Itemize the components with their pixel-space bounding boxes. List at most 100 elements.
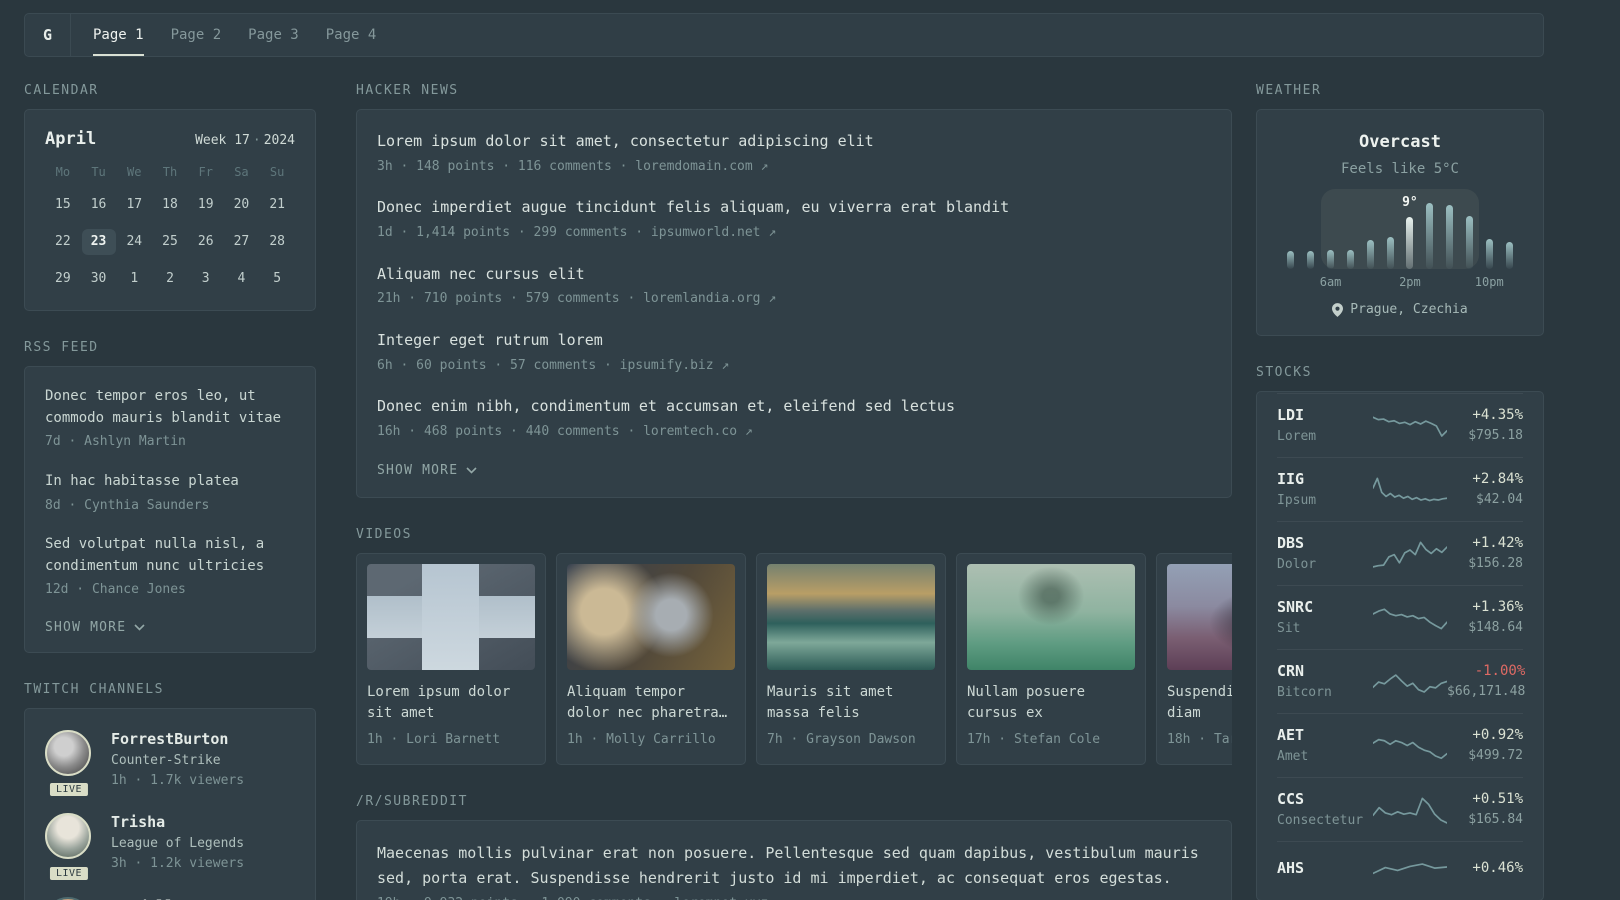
- stock-row[interactable]: CCS Consectetur +0.51% $165.84: [1277, 777, 1523, 841]
- video-title[interactable]: Nullam posuere cursus ex: [967, 682, 1135, 724]
- stock-row[interactable]: CRN Bitcorn -1.00% $66,171.48: [1277, 649, 1525, 713]
- stock-name: Dolor: [1277, 557, 1317, 572]
- video-card[interactable]: Nullam posuere cursus ex 17h · Stefan Co…: [956, 553, 1146, 765]
- hackernews-item: Aliquam nec cursus elit 21h · 710 points…: [377, 264, 1211, 309]
- video-thumbnail: [967, 564, 1135, 671]
- stock-row[interactable]: LDI Lorem +4.35% $795.18: [1277, 393, 1523, 457]
- nav-page-tab[interactable]: Page 1: [93, 14, 144, 56]
- subreddit-section: /R/SUBREDDIT Maecenas mollis pulvinar er…: [356, 794, 1232, 900]
- hackernews-item: Integer eget rutrum lorem 6h · 60 points…: [377, 330, 1211, 375]
- nav-page-tab[interactable]: Page 4: [326, 14, 377, 56]
- calendar-day: 30: [90, 271, 107, 286]
- rss-item-title[interactable]: In hac habitasse platea: [45, 471, 295, 493]
- calendar-section-title: CALENDAR: [24, 83, 99, 98]
- dashboard-grid: CALENDAR April Week 17 · 2024 Mo Tu We Th Fr Sa…: [24, 83, 1620, 900]
- stock-values: +0.51% $165.84: [1447, 791, 1523, 827]
- hackernews-item-meta: 3h · 148 points · 116 comments · loremdo…: [377, 158, 769, 174]
- video-card[interactable]: Suspendisse diam 18h · Tara: [1156, 553, 1232, 765]
- video-title[interactable]: Aliquam tempor dolor nec pharetra…: [567, 682, 735, 724]
- weather-bar: [1485, 239, 1493, 269]
- stock-row[interactable]: IIG Ipsum +2.84% $42.04: [1277, 457, 1523, 521]
- stock-name: Sit: [1277, 621, 1301, 636]
- calendar-day: 24: [126, 234, 143, 249]
- twitch-channel-game: Counter-Strike: [111, 752, 221, 768]
- twitch-channel[interactable]: LIVE Trisha League of Legends 3h · 1.2k …: [45, 813, 295, 882]
- app-logo[interactable]: G: [25, 14, 71, 56]
- video-title[interactable]: Mauris sit amet massa felis: [767, 682, 935, 724]
- twitch-avatar-wrap: LIVE: [45, 729, 93, 799]
- calendar-dow-label: Fr: [198, 165, 213, 179]
- calendar-day: 3: [201, 271, 210, 286]
- stock-id: AET Amet: [1277, 726, 1373, 764]
- video-title[interactable]: Lorem ipsum dolor sit amet consectetu…: [367, 682, 535, 724]
- middle-column: HACKER NEWS Lorem ipsum dolor sit amet, …: [356, 83, 1232, 900]
- hackernews-item-title[interactable]: Aliquam nec cursus elit: [377, 264, 1211, 286]
- calendar-day: 19: [197, 197, 214, 212]
- nav-page-tab[interactable]: Page 2: [171, 14, 222, 56]
- rss-item-title[interactable]: Sed volutpat nulla nisl, a condimentum n…: [45, 534, 295, 577]
- stock-price: $148.64: [1468, 620, 1523, 635]
- stock-symbol: DBS: [1277, 534, 1305, 552]
- weather-bar-slot: [1380, 197, 1400, 269]
- video-meta: 1h · Molly Carrillo: [567, 732, 716, 748]
- video-meta: 18h · Tara: [1167, 732, 1232, 748]
- page-tabs: Page 1 Page 2 Page 3 Page 4: [71, 14, 376, 56]
- video-card[interactable]: Mauris sit amet massa felis 7h · Grayson…: [756, 553, 946, 765]
- twitch-section: TWITCH CHANNELS LIVE ForrestBurton Count…: [24, 682, 316, 900]
- calendar-day: 20: [233, 197, 250, 212]
- rss-section-title: RSS FEED: [24, 340, 99, 355]
- weather-bar-slot: [1459, 197, 1479, 269]
- calendar-header: April Week 17 · 2024: [45, 129, 295, 149]
- twitch-channel[interactable]: LIVE ForrestBurton Counter-Strike 1h · 1…: [45, 729, 295, 799]
- hackernews-show-more-button[interactable]: SHOW MORE: [377, 463, 477, 478]
- stock-row[interactable]: SNRC Sit +1.36% $148.64: [1277, 585, 1523, 649]
- calendar-section: CALENDAR April Week 17 · 2024 Mo Tu We Th Fr Sa…: [24, 83, 316, 311]
- rss-item-title[interactable]: Donec tempor eros leo, ut commodo mauris…: [45, 386, 295, 429]
- nav-page-tab[interactable]: Page 3: [248, 14, 299, 56]
- hackernews-item-title[interactable]: Donec imperdiet augue tincidunt felis al…: [377, 197, 1211, 219]
- video-thumbnail: [367, 564, 535, 671]
- stock-name: Bitcorn: [1277, 685, 1332, 700]
- weather-bar-slot: [1360, 197, 1380, 269]
- stock-row[interactable]: DBS Dolor +1.42% $156.28: [1277, 521, 1523, 585]
- stock-row[interactable]: AHS +0.46%: [1277, 841, 1523, 899]
- weather-bars: 9°: [1281, 189, 1519, 269]
- weather-bar-slot: [1301, 197, 1321, 269]
- twitch-channel-info: Trisha League of Legends 3h · 1.2k viewe…: [111, 813, 244, 874]
- video-card[interactable]: Aliquam tempor dolor nec pharetra… 1h · …: [556, 553, 746, 765]
- weather-hour-label: 2pm: [1399, 275, 1421, 289]
- video-meta: 1h · Lori Barnett: [367, 732, 501, 748]
- subreddit-post-title[interactable]: Maecenas mollis pulvinar erat non posuer…: [377, 841, 1211, 891]
- stock-sparkline: [1373, 601, 1447, 633]
- calendar-day: 23: [81, 229, 116, 255]
- videos-section: VIDEOS Lorem ipsum dolor sit amet consec…: [356, 527, 1232, 765]
- weather-bar: [1386, 237, 1394, 269]
- location-pin-icon: [1332, 302, 1344, 317]
- stock-sparkline: [1373, 665, 1447, 697]
- video-title[interactable]: Suspendisse diam: [1167, 682, 1232, 724]
- stock-symbol: SNRC: [1277, 598, 1314, 616]
- hackernews-item-title[interactable]: Donec enim nibh, condimentum et accumsan…: [377, 396, 1211, 418]
- stock-price: $795.18: [1468, 428, 1523, 443]
- hackernews-list: Lorem ipsum dolor sit amet, consectetur …: [377, 131, 1211, 441]
- weather-bar-slot: [1479, 197, 1499, 269]
- stock-price: $42.04: [1476, 492, 1523, 507]
- stock-sparkline: [1373, 409, 1447, 441]
- video-thumbnail: [567, 564, 735, 671]
- video-meta: 17h · Stefan Cole: [967, 732, 1101, 748]
- twitch-channel-meta: 3h · 1.2k viewers: [111, 856, 245, 872]
- hackernews-item: Donec imperdiet augue tincidunt felis al…: [377, 197, 1211, 242]
- hackernews-item-title[interactable]: Integer eget rutrum lorem: [377, 330, 1211, 352]
- twitch-channel-name[interactable]: ForrestBurton: [111, 730, 244, 748]
- calendar-year: 2024: [263, 133, 295, 148]
- video-card[interactable]: Lorem ipsum dolor sit amet consectetu… 1…: [356, 553, 546, 765]
- rss-show-more-button[interactable]: SHOW MORE: [45, 620, 145, 635]
- calendar-dow-label: Su: [269, 165, 285, 179]
- hackernews-item-title[interactable]: Lorem ipsum dolor sit amet, consectetur …: [377, 131, 1211, 153]
- twitch-channel-name[interactable]: Trisha: [111, 813, 244, 831]
- twitch-widget: LIVE ForrestBurton Counter-Strike 1h · 1…: [24, 707, 316, 900]
- weather-chart: 9° 6am 2pm 10pm: [1281, 189, 1519, 289]
- weather-bar-slot: [1499, 197, 1519, 269]
- chevron-down-icon: [134, 624, 145, 631]
- stock-row[interactable]: AET Amet +0.92% $499.72: [1277, 713, 1523, 777]
